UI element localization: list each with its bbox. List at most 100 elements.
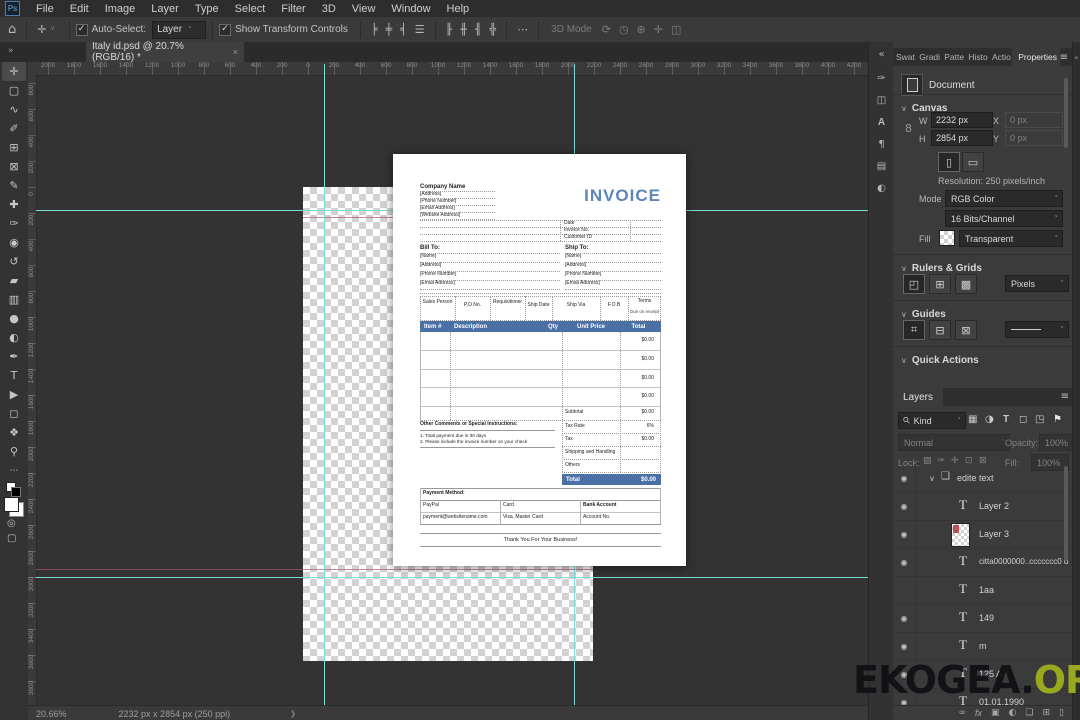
auto-select-dropdown[interactable]: Layer ˅	[152, 20, 207, 39]
layer-row[interactable]: ◉ T citta0000000..ccccccc0 d	[893, 548, 1072, 577]
lasso-tool[interactable]: ∿	[2, 100, 26, 119]
align-right-edges-icon[interactable]: ╡	[400, 23, 407, 36]
status-options-arrow[interactable]: ❯	[290, 710, 296, 718]
tab-actions[interactable]: Actio	[989, 52, 1012, 62]
clone-stamp-tool[interactable]: ◉	[2, 233, 26, 252]
paragraph-panel-icon[interactable]: ¶	[873, 136, 890, 153]
layers-scrollbar[interactable]	[1064, 466, 1068, 561]
layer-effects-icon[interactable]: fx	[975, 708, 982, 718]
link-layers-icon[interactable]: ∞	[959, 708, 967, 718]
layer-row[interactable]: T 1aa	[893, 576, 1072, 605]
blur-tool[interactable]: ●	[2, 309, 26, 328]
distribute-right-icon[interactable]: ╢	[475, 23, 482, 36]
layer-name[interactable]: 1aa	[979, 585, 994, 595]
brushes-panel-icon[interactable]: ✑	[873, 70, 890, 87]
adjustments-panel-icon[interactable]: ◐	[873, 180, 890, 197]
filter-shape-layers-icon[interactable]: ◻	[1019, 414, 1027, 425]
tab-history[interactable]: Histo	[965, 52, 989, 62]
collapse-panels-icon[interactable]: «	[873, 46, 890, 63]
layer-thumbnail[interactable]	[951, 523, 970, 547]
new-guide-button[interactable]: ⌗	[903, 320, 925, 340]
ruler-units-dropdown[interactable]: Pixels ˅	[1005, 275, 1069, 292]
layer-name[interactable]: Layer 2	[979, 501, 1009, 511]
layer-name[interactable]: citta0000000..ccccccc0 d	[979, 557, 1068, 566]
brush-tool[interactable]: ✑	[2, 214, 26, 233]
blend-mode-dropdown[interactable]: Normal ˅	[898, 434, 1010, 451]
guide-vertical-1[interactable]	[324, 64, 325, 705]
menu-file[interactable]: File	[28, 3, 62, 15]
tab-swatches[interactable]: Swat	[893, 52, 916, 62]
healing-brush-tool[interactable]: ✚	[2, 195, 26, 214]
toggle-grid-button[interactable]: ⊞	[929, 274, 951, 294]
toggle-rulers-button[interactable]: ◰	[903, 274, 925, 294]
history-brush-tool[interactable]: ↺	[2, 252, 26, 271]
crop-tool[interactable]: ⊞	[2, 138, 26, 157]
bit-depth-dropdown[interactable]: 16 Bits/Channel ˅	[945, 210, 1063, 227]
hand-tool[interactable]: ❖	[2, 423, 26, 442]
3d-slide-icon[interactable]: ✛	[654, 23, 663, 36]
ruler-left[interactable]: 800 600 400 200 0 200 400 600 800 1000 1200 1400 160…	[28, 75, 37, 705]
link-dimensions-icon[interactable]: 8	[905, 122, 912, 135]
menu-3d[interactable]: 3D	[314, 3, 344, 15]
close-tab-icon[interactable]: ×	[233, 47, 238, 57]
eraser-tool[interactable]: ▰	[2, 271, 26, 290]
ruler-top[interactable]: 2000 1800 1600 1400 1200 1000 800 600 400 200 0 200…	[36, 62, 868, 76]
layer-row[interactable]: ◉ Layer 3	[893, 520, 1072, 549]
screen-mode-icon[interactable]: ▢	[7, 533, 16, 544]
document-tab[interactable]: Italy id.psd @ 20.7% (RGB/16) * ×	[86, 41, 244, 63]
eye-empty[interactable]	[893, 576, 916, 604]
character-panel-icon[interactable]: A	[873, 114, 890, 131]
properties-menu-icon[interactable]: ≡	[1060, 52, 1068, 63]
layer-row[interactable]: ◉ T 149	[893, 604, 1072, 633]
distribute-left-icon[interactable]: ╟	[446, 23, 453, 36]
fill-dropdown[interactable]: Transparent ˅	[959, 230, 1063, 247]
orientation-portrait-button[interactable]: ▯	[938, 152, 960, 172]
layer-row[interactable]: ◉ T m	[893, 632, 1072, 661]
eye-icon[interactable]: ◉	[901, 614, 908, 623]
move-tool[interactable]: ✛	[2, 62, 26, 81]
group-chevron-icon[interactable]: ∨	[929, 474, 935, 483]
menu-image[interactable]: Image	[97, 3, 144, 15]
delete-layer-icon[interactable]: ▯	[1059, 708, 1064, 718]
filter-pin-icon[interactable]: ⚑	[1053, 414, 1062, 425]
layer-name[interactable]: 149	[979, 613, 994, 623]
object-selection-tool[interactable]: ✐	[2, 119, 26, 138]
3d-rotate-icon[interactable]: ⟳	[602, 23, 611, 36]
clear-guides-button[interactable]: ⊠	[955, 320, 977, 340]
menu-type[interactable]: Type	[187, 3, 227, 15]
menu-help[interactable]: Help	[439, 3, 478, 15]
eye-icon[interactable]: ◉	[901, 558, 908, 567]
align-horizontal-centers-icon[interactable]: ╪	[386, 23, 393, 36]
menu-layer[interactable]: Layer	[143, 3, 187, 15]
default-background-chip[interactable]	[11, 487, 21, 497]
guide-horizontal-2[interactable]	[36, 577, 868, 578]
3d-roll-icon[interactable]: ◷	[619, 23, 629, 36]
filter-type-layers-icon[interactable]: T	[1003, 414, 1009, 425]
width-field[interactable]: 2232 px	[931, 112, 993, 128]
guide-style-dropdown[interactable]: ˅	[1005, 321, 1069, 338]
filter-smart-objects-icon[interactable]: ◳	[1035, 414, 1044, 425]
layer-name[interactable]: Layer 3	[979, 529, 1009, 539]
filter-pixel-layers-icon[interactable]: ▦	[968, 414, 977, 425]
home-icon[interactable]: ⌂	[8, 22, 16, 37]
type-tool[interactable]: T	[2, 366, 26, 385]
filter-adjustment-layers-icon[interactable]: ◑	[985, 414, 994, 425]
mode-dropdown[interactable]: RGB Color ˅	[945, 190, 1063, 207]
layer-name[interactable]: m	[979, 641, 987, 651]
auto-select-checkbox[interactable]: ✓	[75, 23, 88, 36]
shape-tool[interactable]: ◻	[2, 404, 26, 423]
zoom-tool[interactable]: ⚲	[2, 442, 26, 461]
layer-row-group[interactable]: ◉ ∨ ❏ edite text	[893, 464, 1072, 493]
toggle-pixel-grid-button[interactable]: ▩	[955, 274, 977, 294]
orientation-landscape-button[interactable]: ▭	[962, 152, 984, 172]
libraries-panel-icon[interactable]: ▤	[873, 158, 890, 175]
gradient-tool[interactable]: ▥	[2, 290, 26, 309]
more-align-options-icon[interactable]: ⋯	[517, 23, 528, 36]
show-transform-checkbox[interactable]: ✓	[219, 23, 232, 36]
add-layer-mask-icon[interactable]: ▣	[991, 708, 1000, 718]
menu-window[interactable]: Window	[383, 3, 438, 15]
toolbar-collapse-icon[interactable]: »	[8, 46, 14, 56]
align-left-edges-icon[interactable]: ╞	[371, 23, 378, 36]
pen-tool[interactable]: ✒	[2, 347, 26, 366]
eye-icon[interactable]: ◉	[901, 474, 908, 483]
